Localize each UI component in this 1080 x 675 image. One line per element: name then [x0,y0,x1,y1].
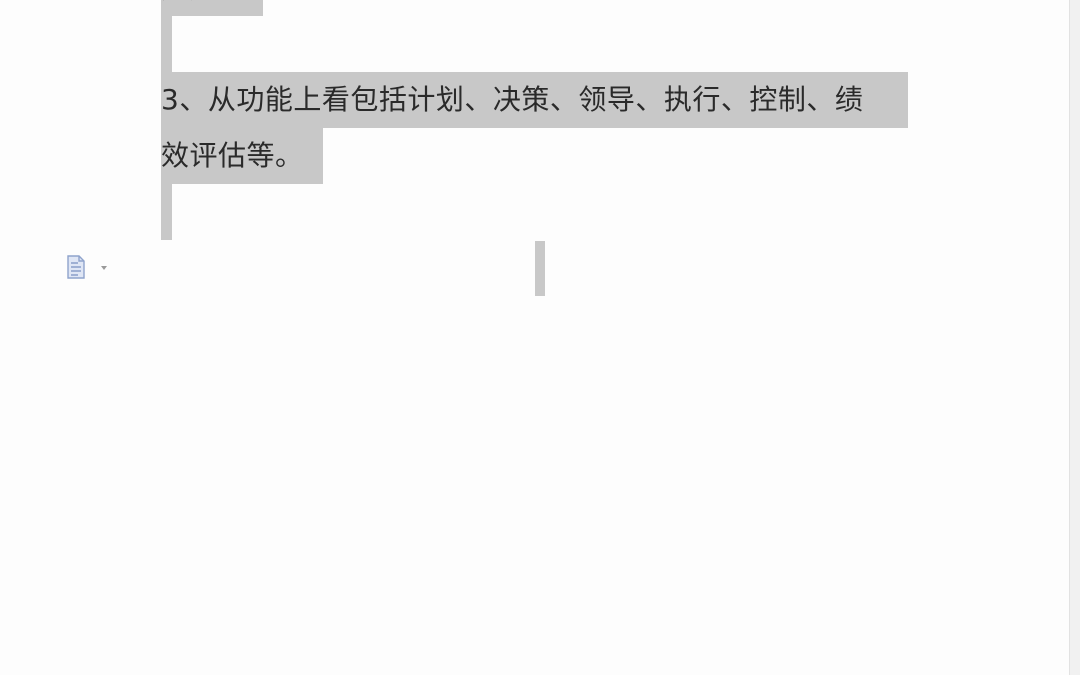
paste-options-button[interactable] [66,254,112,280]
chevron-down-icon [101,266,107,270]
text-cursor [535,241,545,296]
selection-highlight-paragraph-mark [161,184,172,240]
paragraph-line-2: 效评估等。 [161,139,304,172]
document-page[interactable]: 通道。 3、从功能上看包括计划、决策、领导、执行、控制、绩 效评估等。 [0,0,1069,675]
previous-line-partial-text: 通道。 [161,0,263,16]
page-edge-divider [1069,0,1080,675]
selection-highlight-empty-line [161,16,172,72]
paragraph-line-1: 3、从功能上看包括计划、决策、领导、执行、控制、绩 [161,83,864,116]
paste-options-icon [67,255,107,279]
